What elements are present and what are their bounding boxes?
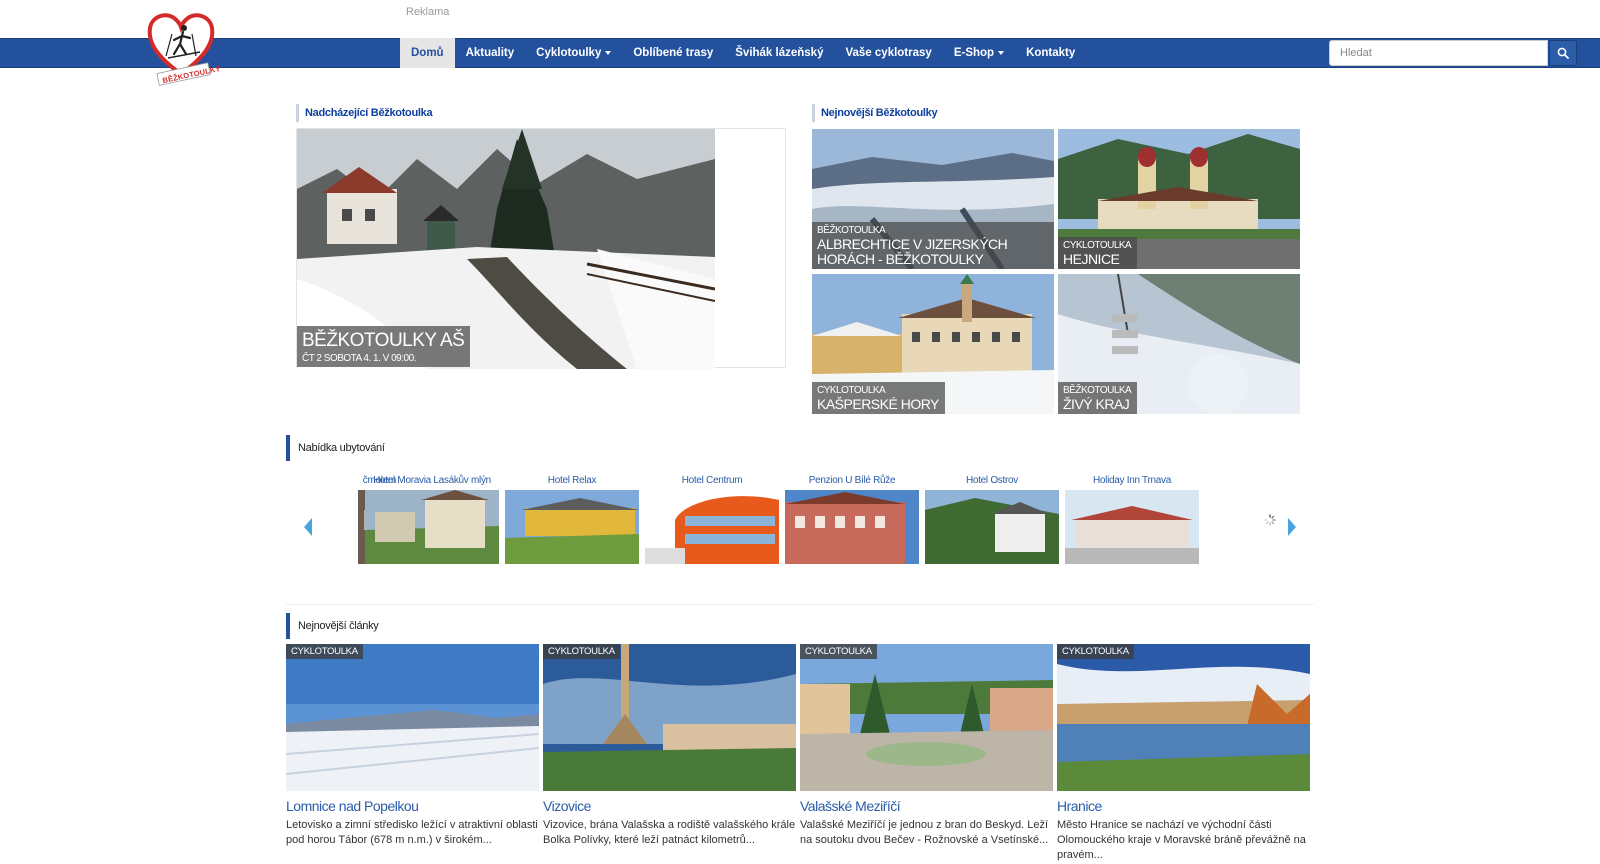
article-title[interactable]: Lomnice nad Popelkou <box>286 798 539 814</box>
accommodation-name: Penzion U Bílé Růže <box>808 475 896 486</box>
article-image[interactable]: CYKLOTOULKA <box>286 644 539 791</box>
nav-news[interactable]: Aktuality <box>455 38 526 68</box>
newest-heading: Nejnovější Běžkotoulky <box>812 104 938 122</box>
nav-svihak[interactable]: Švihák lázeňský <box>724 38 834 68</box>
tile-caption: CYKLOTOULKA KAŠPERSKÉ HORY <box>812 382 945 414</box>
nav-your-routes-label: Vaše cyklotrasy <box>845 47 932 59</box>
accommodation-item[interactable]: Hotel Moravia Lasákův mlýn <box>365 474 499 564</box>
article-card: CYKLOTOULKA Valašské Meziříčí Valašské M… <box>800 644 1053 848</box>
article-image[interactable]: CYKLOTOULKA <box>1057 644 1310 791</box>
article-photo <box>286 644 539 791</box>
section-divider <box>286 604 1314 605</box>
search-icon <box>1557 47 1569 59</box>
article-title[interactable]: Hranice <box>1057 798 1310 814</box>
nav-favorite-routes[interactable]: Oblíbené trasy <box>622 38 724 68</box>
tile-caption: BĚŽKOTOULKA ALBRECHTICE V JIZERSKÝCH HOR… <box>812 222 1054 269</box>
caret-down-icon <box>998 51 1005 55</box>
upcoming-heading: Nadcházející Běžkotoulka <box>296 104 433 122</box>
upcoming-title: BĚŽKOTOULKY AŠ <box>302 330 465 351</box>
article-image[interactable]: CYKLOTOULKA <box>543 644 796 791</box>
accommodation-item[interactable]: Hotel Relax <box>505 474 639 564</box>
accommodation-item[interactable]: Holiday Inn Trnava <box>1065 474 1199 564</box>
nav-svihak-label: Švihák lázeňský <box>735 47 824 59</box>
accommodation-name: Hotel Ostrov <box>966 475 1018 486</box>
ad-label: Reklama <box>406 6 450 18</box>
article-badge: CYKLOTOULKA <box>286 644 363 659</box>
article-image[interactable]: CYKLOTOULKA <box>800 644 1053 791</box>
article-title[interactable]: Vizovice <box>543 798 796 814</box>
nav-contacts[interactable]: Kontakty <box>1015 38 1086 68</box>
tile-caption: BĚŽKOTOULKA ŽIVÝ KRAJ <box>1058 382 1138 414</box>
accommodation-photo <box>1065 490 1199 564</box>
accommodation-photo <box>925 490 1059 564</box>
search-button[interactable] <box>1549 40 1577 66</box>
accommodation-name: Hotel Moravia Lasákův mlýn <box>373 475 491 486</box>
newest-tile-zivy-kraj[interactable]: BĚŽKOTOULKA ŽIVÝ KRAJ <box>1058 274 1300 414</box>
tile-title: KAŠPERSKÉ HORY <box>817 396 939 412</box>
tile-title: HEJNICE <box>1063 251 1120 267</box>
nav-cyklotoulky[interactable]: Cyklotoulky <box>525 38 622 68</box>
newest-tile-albrechtice[interactable]: BĚŽKOTOULKA ALBRECHTICE V JIZERSKÝCH HOR… <box>812 129 1054 269</box>
article-badge: CYKLOTOULKA <box>800 644 877 659</box>
articles-heading: Nejnovější články <box>286 613 379 639</box>
article-card: CYKLOTOULKA Hranice Město Hranice se nac… <box>1057 644 1310 863</box>
accommodation-heading: Nabídka ubytování <box>286 435 385 461</box>
nav-home[interactable]: Domů <box>400 38 455 68</box>
article-badge: CYKLOTOULKA <box>1057 644 1134 659</box>
newest-tile-kasperske-hory[interactable]: CYKLOTOULKA KAŠPERSKÉ HORY <box>812 274 1054 414</box>
article-excerpt: Město Hranice se nachází ve východní čás… <box>1057 819 1306 861</box>
nav-eshop[interactable]: E-Shop <box>943 38 1015 68</box>
nav-cyklotoulky-label: Cyklotoulky <box>536 47 602 59</box>
accommodation-photo <box>505 490 639 564</box>
article-excerpt: Letovisko a zimní středisko ležící v atr… <box>286 819 538 846</box>
accommodation-photo <box>645 490 779 564</box>
accommodation-item[interactable]: Hotel Ostrov <box>925 474 1059 564</box>
tile-title: ALBRECHTICE V JIZERSKÝCH HORÁCH - BĚŽKOT… <box>817 236 1008 267</box>
accommodation-photo <box>365 490 499 564</box>
nav-news-label: Aktuality <box>465 47 515 59</box>
accommodation-item[interactable]: Penzion U Bílé Růže <box>785 474 919 564</box>
search-input[interactable] <box>1329 40 1548 66</box>
tile-caption: CYKLOTOULKA HEJNICE <box>1058 237 1138 269</box>
accommodation-name: Holiday Inn Trnava <box>1093 475 1171 486</box>
carousel-next-icon[interactable] <box>1288 518 1296 536</box>
accommodation-name: Hotel Centrum <box>681 475 743 486</box>
accommodation-carousel: čmolem Hotel Moravia Lasákův mlýn Hotel … <box>300 474 1300 570</box>
caret-down-icon <box>605 51 612 55</box>
article-photo <box>800 644 1053 791</box>
accommodation-photo <box>785 490 919 564</box>
nav-home-label: Domů <box>411 47 444 59</box>
article-badge: CYKLOTOULKA <box>543 644 620 659</box>
loading-spinner-icon <box>1264 514 1276 526</box>
accommodation-item[interactable]: Hotel Centrum <box>645 474 779 564</box>
tile-title: ŽIVÝ KRAJ <box>1063 396 1130 412</box>
upcoming-card[interactable]: BĚŽKOTOULKY AŠ ČT 2 SOBOTA 4. 1. V 09:00… <box>296 128 786 369</box>
main-nav: Domů Aktuality Cyklotoulky Oblíbené tras… <box>400 38 1086 68</box>
accommodation-name: Hotel Relax <box>547 475 597 486</box>
article-excerpt: Vizovice, brána Valašska a rodiště valaš… <box>543 819 796 846</box>
upcoming-caption: BĚŽKOTOULKY AŠ ČT 2 SOBOTA 4. 1. V 09:00… <box>297 326 471 367</box>
article-title[interactable]: Valašské Meziříčí <box>800 798 1053 814</box>
nav-eshop-label: E-Shop <box>953 47 995 59</box>
nav-favorite-routes-label: Oblíbené trasy <box>633 47 714 59</box>
nav-contacts-label: Kontakty <box>1026 47 1076 59</box>
article-card: CYKLOTOULKA Vizovice Vizovice, brána Val… <box>543 644 796 848</box>
article-excerpt: Valašské Meziříčí je jednou z bran do Be… <box>800 819 1049 846</box>
article-photo <box>1057 644 1310 791</box>
article-card: CYKLOTOULKA Lomnice nad Popelkou Letovis… <box>286 644 539 848</box>
article-photo <box>543 644 796 791</box>
newest-tile-hejnice[interactable]: CYKLOTOULKA HEJNICE <box>1058 129 1300 269</box>
site-logo[interactable]: BĚŽKOTOULKY <box>144 6 221 88</box>
upcoming-date: ČT 2 SOBOTA 4. 1. V 09:00. <box>302 353 416 364</box>
nav-your-routes[interactable]: Vaše cyklotrasy <box>834 38 942 68</box>
